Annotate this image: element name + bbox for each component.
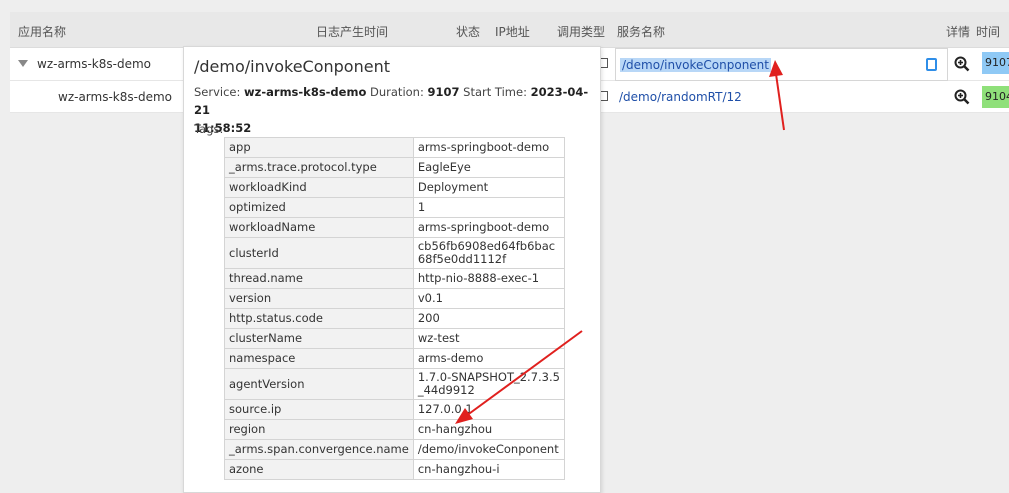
col-ip: IP地址	[495, 25, 530, 39]
tag-row: region cn-hangzhou	[224, 419, 566, 440]
tag-value: 1.7.0-SNAPSHOT_2.7.3.5_44d9912	[412, 368, 566, 400]
tag-row: source.ip 127.0.0.1	[224, 399, 566, 420]
tag-row: _arms.span.convergence.name/demo/invokeC…	[224, 439, 566, 460]
col-time: 时间	[976, 25, 1001, 39]
tag-key: clusterName	[224, 328, 414, 349]
tag-value: v0.1	[412, 288, 566, 309]
col-status: 状态	[456, 25, 481, 39]
app-name-cell: wz-arms-k8s-demo	[58, 90, 172, 104]
checkbox-icon[interactable]	[600, 58, 608, 68]
start-time-label: Start Time:	[463, 85, 527, 99]
tags-table: app arms-springboot-demo _arms.trace.proto…	[224, 137, 566, 480]
tag-key: _arms.trace.protocol.type	[224, 157, 414, 178]
expand-triangle-icon[interactable]	[18, 60, 28, 67]
tag-value: Deployment	[412, 177, 566, 198]
tag-row: agentVersion 1.7.0-SNAPSHOT_2.7.3.5_44d99…	[224, 368, 566, 400]
tag-key: azone	[224, 459, 414, 480]
tag-value: wz-test	[412, 328, 566, 349]
tag-value: arms-springboot-demo	[412, 137, 566, 158]
tag-value: 1	[412, 197, 566, 218]
tag-row: workloadKind Deployment	[224, 177, 566, 198]
table-header: 应用名称 日志产生时间 状态 IP地址 调用类型 服务名称 详情 时间	[10, 12, 1009, 48]
tag-key: agentVersion	[224, 368, 414, 400]
col-detail: 详情	[946, 25, 971, 39]
zoom-in-icon[interactable]	[954, 89, 970, 105]
tag-value: arms-demo	[412, 348, 566, 369]
tag-value: cb56fb6908ed64fb6bac68f5e0dd1112f	[412, 237, 566, 269]
col-log-time: 日志产生时间	[316, 25, 389, 39]
span-detail-popup: /demo/invokeConponent Service: wz-arms-k…	[183, 46, 601, 493]
time-bar: 9107	[982, 52, 1009, 74]
tag-key: optimized	[224, 197, 414, 218]
popup-meta: Service: wz-arms-k8s-demo Duration: 9107…	[194, 83, 594, 137]
tag-key: thread.name	[224, 268, 414, 289]
tag-key: app	[224, 137, 414, 158]
tag-row: clusterId cb56fb6908ed64fb6bac68f5e0dd111…	[224, 237, 566, 269]
service-link[interactable]: /demo/invokeConponent	[620, 58, 771, 72]
tag-key: clusterId	[224, 237, 414, 269]
tag-value: arms-springboot-demo	[412, 217, 566, 238]
tag-row: version v0.1	[224, 288, 566, 309]
service-cell-selected[interactable]: /demo/invokeConponent	[615, 48, 948, 81]
tag-key: workloadKind	[224, 177, 414, 198]
service-link[interactable]: /demo/randomRT/12	[619, 90, 742, 104]
tag-row: optimized 1	[224, 197, 566, 218]
tag-key: region	[224, 419, 414, 440]
tag-value: cn-hangzhou	[412, 419, 566, 440]
col-service-name: 服务名称	[617, 25, 666, 39]
tag-row: http.status.code 200	[224, 308, 566, 329]
tag-row: thread.name http-nio-8888-exec-1	[224, 268, 566, 289]
col-call-type: 调用类型	[557, 25, 606, 39]
tag-row: app arms-springboot-demo	[224, 137, 566, 158]
tag-value: EagleEye	[412, 157, 566, 178]
tag-key: version	[224, 288, 414, 309]
tag-value: 200	[412, 308, 566, 329]
service-value: wz-arms-k8s-demo	[244, 85, 367, 99]
tags-label: Tags:	[194, 122, 224, 136]
tag-key: namespace	[224, 348, 414, 369]
col-app-name: 应用名称	[18, 25, 67, 39]
time-bar: 9104	[982, 86, 1009, 108]
tag-row: _arms.trace.protocol.type EagleEye	[224, 157, 566, 178]
popup-title: /demo/invokeConponent	[194, 57, 390, 76]
service-label: Service:	[194, 85, 241, 99]
tag-key: http.status.code	[224, 308, 414, 329]
tag-value: http-nio-8888-exec-1	[412, 268, 566, 289]
tag-row: namespace arms-demo	[224, 348, 566, 369]
checkbox-icon[interactable]	[600, 91, 608, 101]
duration-value: 9107	[427, 85, 460, 99]
tag-value: 127.0.0.1	[412, 399, 566, 420]
tag-key: _arms.span.convergence.name	[224, 439, 414, 460]
tag-row: azone cn-hangzhou-i	[224, 459, 566, 480]
tag-key: source.ip	[224, 399, 414, 420]
tag-key: workloadName	[224, 217, 414, 238]
duration-label: Duration:	[370, 85, 424, 99]
tag-value: /demo/invokeConponent	[412, 439, 566, 460]
tag-row: workloadName arms-springboot-demo	[224, 217, 566, 238]
app-name-cell: wz-arms-k8s-demo	[37, 57, 151, 71]
tag-value: cn-hangzhou-i	[412, 459, 566, 480]
copy-icon[interactable]	[926, 58, 937, 71]
zoom-in-icon[interactable]	[954, 56, 970, 72]
tag-row: clusterName wz-test	[224, 328, 566, 349]
